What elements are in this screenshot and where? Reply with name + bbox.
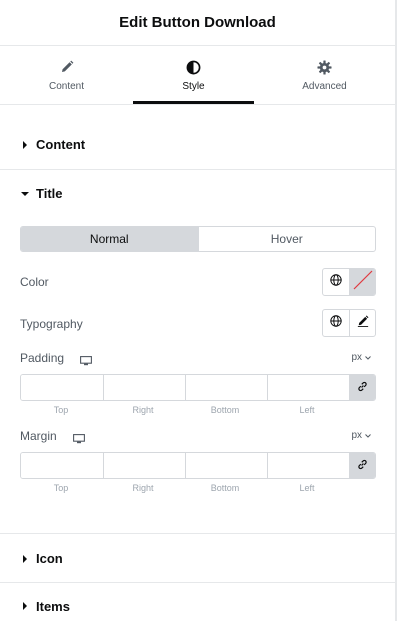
globe-icon xyxy=(330,314,342,332)
typography-controls xyxy=(322,309,376,337)
link-icon xyxy=(357,379,368,397)
padding-right-input[interactable] xyxy=(103,375,185,400)
tab-style[interactable]: Style xyxy=(133,46,254,104)
margin-top-input[interactable] xyxy=(21,453,103,478)
link-icon xyxy=(357,457,368,475)
padding-link-button[interactable] xyxy=(349,375,375,400)
margin-sub-labels: Top Right Bottom Left xyxy=(20,483,348,493)
margin-left-input[interactable] xyxy=(267,453,349,478)
globe-icon xyxy=(330,273,342,291)
padding-left-input[interactable] xyxy=(267,375,349,400)
chevron-down-icon xyxy=(365,430,371,441)
section-label: Title xyxy=(36,186,63,201)
tab-content[interactable]: Content xyxy=(6,46,127,104)
global-typography-button[interactable] xyxy=(323,310,349,336)
panel-tabs: Content Style Advanced xyxy=(0,46,395,105)
tab-label: Content xyxy=(48,81,85,92)
dim-label-bottom: Bottom xyxy=(210,405,240,415)
dim-label-bottom: Bottom xyxy=(210,483,240,493)
toggle-normal[interactable]: Normal xyxy=(21,227,198,251)
padding-inputs xyxy=(20,374,376,401)
color-picker-swatch[interactable] xyxy=(349,269,375,295)
unit-value: px xyxy=(351,430,362,441)
padding-sub-labels: Top Right Bottom Left xyxy=(20,405,348,415)
state-toggle: Normal Hover xyxy=(20,226,376,252)
padding-bottom-input[interactable] xyxy=(185,375,267,400)
typography-label: Typography xyxy=(20,317,83,331)
section-content-header[interactable]: Content xyxy=(0,120,395,169)
padding-label: Padding xyxy=(20,351,65,365)
dim-label-top: Top xyxy=(53,405,69,415)
pencil-icon xyxy=(357,314,369,332)
contrast-icon xyxy=(186,59,202,75)
tab-advanced[interactable]: Advanced xyxy=(264,46,385,104)
margin-inputs xyxy=(20,452,376,479)
margin-link-button[interactable] xyxy=(349,453,375,478)
margin-unit-select[interactable]: px xyxy=(351,430,371,441)
section-items-header[interactable]: Items xyxy=(0,583,395,621)
color-controls xyxy=(322,268,376,296)
edit-typography-button[interactable] xyxy=(349,310,375,336)
color-label: Color xyxy=(20,275,49,289)
margin-bottom-input[interactable] xyxy=(185,453,267,478)
desktop-icon[interactable] xyxy=(73,431,85,444)
caret-down-icon xyxy=(21,190,29,198)
chevron-down-icon xyxy=(365,352,371,363)
tab-label: Style xyxy=(182,81,205,92)
section-label: Icon xyxy=(36,551,63,566)
caret-right-icon xyxy=(21,602,29,610)
dim-label-top: Top xyxy=(53,483,69,493)
section-icon-header[interactable]: Icon xyxy=(0,534,395,583)
dim-label-left: Left xyxy=(299,405,315,415)
margin-right-input[interactable] xyxy=(103,453,185,478)
dim-label-right: Right xyxy=(132,483,154,493)
panel-header: Edit Button Download xyxy=(0,0,395,46)
tab-label: Advanced xyxy=(302,81,347,92)
toggle-hover[interactable]: Hover xyxy=(197,227,376,251)
no-color-icon xyxy=(350,269,376,295)
gear-icon xyxy=(317,59,333,75)
pencil-icon xyxy=(59,59,75,75)
caret-right-icon xyxy=(21,554,29,563)
panel-title: Edit Button Download xyxy=(119,14,276,31)
desktop-icon[interactable] xyxy=(80,353,92,366)
section-label: Content xyxy=(36,137,86,152)
dim-label-left: Left xyxy=(299,483,315,493)
section-label: Items xyxy=(36,598,70,614)
dim-label-right: Right xyxy=(132,405,154,415)
padding-top-input[interactable] xyxy=(21,375,103,400)
margin-label: Margin xyxy=(20,429,57,443)
unit-value: px xyxy=(351,352,362,363)
global-color-button[interactable] xyxy=(323,269,349,295)
padding-unit-select[interactable]: px xyxy=(351,352,371,363)
section-title-header[interactable]: Title xyxy=(0,169,395,218)
caret-right-icon xyxy=(21,140,29,149)
